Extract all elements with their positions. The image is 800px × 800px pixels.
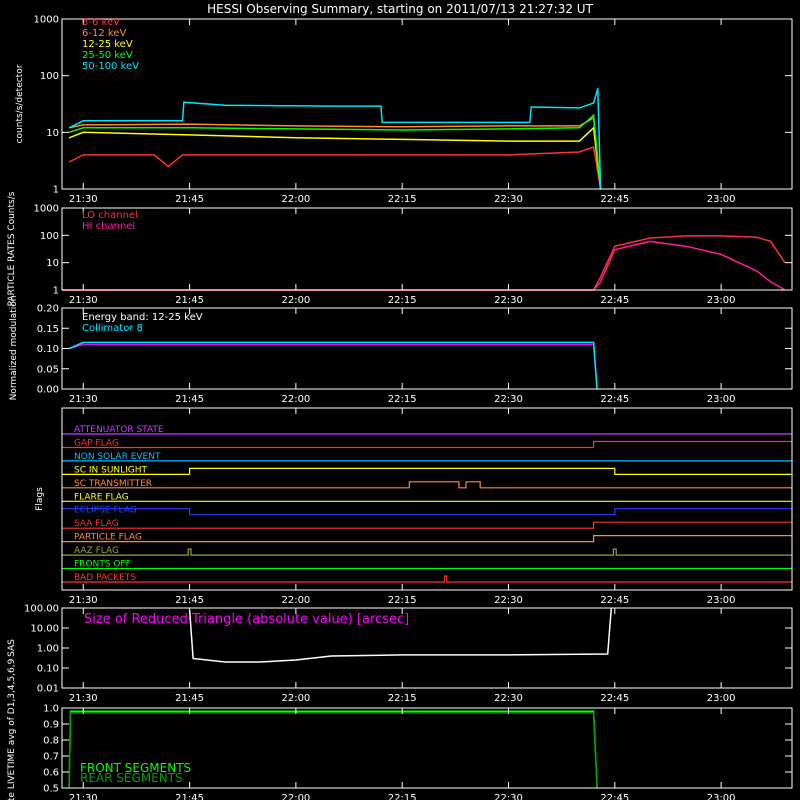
x-tick-label: 22:45 bbox=[600, 394, 629, 405]
x-tick-label: 23:00 bbox=[707, 693, 736, 704]
y-tick-label: 1.00 bbox=[37, 644, 59, 655]
flag-label-aaz-flag: AAZ FLAG bbox=[74, 546, 119, 556]
x-tick-label: 22:45 bbox=[600, 295, 629, 306]
x-tick-label: 22:30 bbox=[494, 394, 523, 405]
x-tick-label: 22:15 bbox=[388, 194, 417, 205]
x-tick-label: 22:45 bbox=[600, 793, 629, 800]
x-tick-label: 21:30 bbox=[69, 793, 98, 800]
x-tick-label: 22:00 bbox=[281, 295, 310, 306]
y-tick-label: 1000 bbox=[34, 204, 59, 215]
x-tick-label: 22:30 bbox=[494, 693, 523, 704]
x-tick-label: 21:30 bbox=[69, 194, 98, 205]
x-tick-label: 22:00 bbox=[281, 194, 310, 205]
x-tick-label: 21:45 bbox=[175, 194, 204, 205]
legend-3-6-kev: 3-6 keV bbox=[82, 17, 120, 28]
x-tick-label: 21:45 bbox=[175, 793, 204, 800]
x-tick-label: 23:00 bbox=[707, 295, 736, 306]
y-tick-label: 10 bbox=[46, 258, 59, 269]
flag-label-flare-flag: FLARE FLAG bbox=[74, 492, 129, 502]
flags-ylabel: Flags bbox=[35, 487, 45, 511]
x-tick-label: 21:45 bbox=[175, 394, 204, 405]
y-tick-label: 1.0 bbox=[43, 704, 59, 715]
legend-hi-channel: HI channel bbox=[82, 221, 135, 232]
flag-label-saa-flag: SAA FLAG bbox=[74, 519, 119, 529]
x-tick-label: 22:45 bbox=[600, 194, 629, 205]
legend-6-12-kev: 6-12 keV bbox=[82, 28, 126, 39]
y-tick-label: 0.7 bbox=[43, 752, 59, 763]
x-tick-label: 21:45 bbox=[175, 693, 204, 704]
x-tick-label: 21:45 bbox=[175, 295, 204, 306]
x-tick-label: 22:15 bbox=[388, 595, 417, 606]
flag-label-attenuator-state: ATTENUATOR STATE bbox=[74, 425, 164, 435]
legend-25-50-kev: 25-50 keV bbox=[82, 50, 133, 61]
flag-label-fronts-off: FRONTS OFF bbox=[74, 560, 131, 570]
x-tick-label: 22:30 bbox=[494, 295, 523, 306]
legend-lo-channel: LO channel bbox=[82, 210, 138, 221]
rates-ylabel: counts/s/detector bbox=[15, 64, 25, 143]
x-tick-label: 21:30 bbox=[69, 693, 98, 704]
flag-label-bad-packets: BAD PACKETS bbox=[74, 573, 136, 583]
x-tick-label: 22:00 bbox=[281, 595, 310, 606]
y-tick-label: 10.00 bbox=[30, 624, 59, 635]
chart: HESSI Observing Summary, starting on 201… bbox=[0, 0, 800, 800]
x-tick-label: 23:00 bbox=[707, 394, 736, 405]
y-tick-label: 0.10 bbox=[37, 664, 59, 675]
y-tick-label: 0.9 bbox=[43, 720, 59, 731]
x-tick-label: 22:15 bbox=[388, 793, 417, 800]
y-tick-label: 0.20 bbox=[37, 304, 59, 315]
energy-band-annotation: Energy band: 12-25 keV bbox=[82, 312, 203, 323]
x-tick-label: 22:30 bbox=[494, 793, 523, 800]
y-tick-label: 0.00 bbox=[37, 385, 59, 396]
flag-label-sc-in-sunlight: SC IN SUNLIGHT bbox=[74, 465, 148, 475]
y-tick-label: 1 bbox=[53, 286, 59, 297]
modulation-ylabel: Normalized modulation bbox=[9, 296, 19, 401]
x-tick-label: 21:30 bbox=[69, 595, 98, 606]
flag-label-eclipse-flag: ECLIPSE FLAG bbox=[74, 506, 137, 516]
y-tick-label: 1000 bbox=[34, 15, 59, 26]
flag-label-gap-flag: GAP FLAG bbox=[74, 438, 119, 448]
x-tick-label: 22:45 bbox=[600, 693, 629, 704]
x-tick-label: 22:00 bbox=[281, 793, 310, 800]
y-tick-label: 0.01 bbox=[37, 684, 59, 695]
x-tick-label: 22:15 bbox=[388, 295, 417, 306]
x-tick-label: 22:45 bbox=[600, 595, 629, 606]
y-tick-label: 0.05 bbox=[37, 364, 59, 375]
x-tick-label: 23:00 bbox=[707, 793, 736, 800]
legend-rear-segments: REAR SEGMENTS bbox=[80, 771, 183, 785]
x-tick-label: 22:15 bbox=[388, 394, 417, 405]
sas-annotation: Size of Reduced Triangle (absolute value… bbox=[84, 612, 409, 627]
y-tick-label: 10 bbox=[46, 128, 59, 139]
x-tick-label: 23:00 bbox=[707, 194, 736, 205]
legend-12-25-kev: 12-25 keV bbox=[82, 39, 133, 50]
chart-title: HESSI Observing Summary, starting on 201… bbox=[207, 2, 593, 16]
x-tick-label: 21:30 bbox=[69, 394, 98, 405]
legend-50-100-kev: 50-100 keV bbox=[82, 61, 139, 72]
x-tick-label: 21:30 bbox=[69, 295, 98, 306]
x-tick-label: 22:15 bbox=[388, 693, 417, 704]
x-tick-label: 22:30 bbox=[494, 194, 523, 205]
x-tick-label: 22:00 bbox=[281, 394, 310, 405]
x-tick-label: 21:45 bbox=[175, 595, 204, 606]
sas-ylabel: SAS bbox=[7, 639, 17, 657]
particle-ylabel: PARTICLE RATES Counts/s bbox=[7, 191, 17, 306]
y-tick-label: 100.00 bbox=[24, 604, 59, 615]
flag-label-non-solar-event: NON SOLAR EVENT bbox=[74, 452, 161, 462]
flag-label-sc-transmitter: SC TRANSMITTER bbox=[74, 479, 152, 489]
x-tick-label: 22:00 bbox=[281, 693, 310, 704]
y-tick-label: 0.8 bbox=[43, 736, 59, 747]
y-tick-label: 0.6 bbox=[43, 768, 59, 779]
y-tick-label: 0.5 bbox=[43, 784, 59, 795]
flag-label-particle-flag: PARTICLE FLAG bbox=[74, 533, 142, 543]
livetime-ylabel: Mon. Rate LIVETIME avg of D1,3,4,5,6,9 bbox=[7, 658, 17, 800]
y-tick-label: 0.15 bbox=[37, 324, 59, 335]
x-tick-label: 22:30 bbox=[494, 595, 523, 606]
y-tick-label: 100 bbox=[40, 71, 59, 82]
y-tick-label: 100 bbox=[40, 231, 59, 242]
y-tick-label: 0.10 bbox=[37, 344, 59, 355]
legend-collimator-8: Collimator 8 bbox=[82, 323, 143, 334]
x-tick-label: 23:00 bbox=[707, 595, 736, 606]
y-tick-label: 1 bbox=[53, 185, 59, 196]
